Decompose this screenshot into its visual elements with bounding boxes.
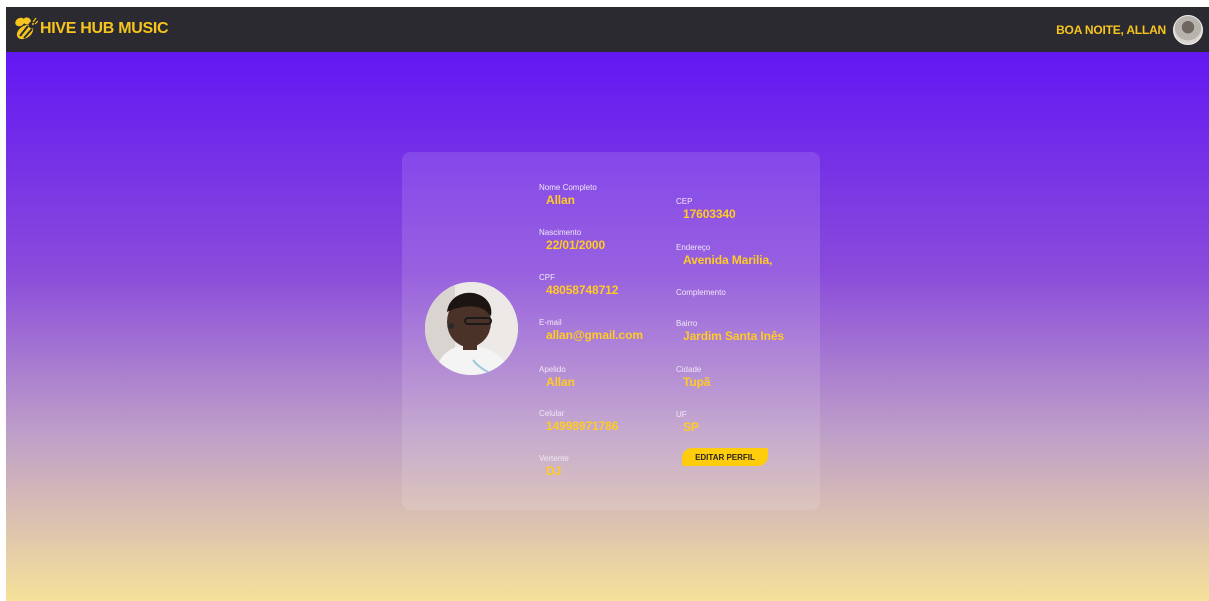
field-value: Avenida Marilia,: [683, 253, 773, 267]
field-cidade: Cidade Tupã: [676, 365, 710, 389]
field-value: 48058748712: [546, 283, 619, 297]
top-navbar: HIVE HUB MUSIC BOA NOITE, ALLAN: [6, 7, 1209, 52]
field-value: allan@gmail.com: [546, 328, 643, 342]
profile-photo-image: [425, 282, 518, 375]
field-cpf: CPF 48058748712: [539, 273, 618, 297]
user-avatar[interactable]: [1173, 14, 1203, 45]
greeting-text: BOA NOITE, ALLAN: [1056, 22, 1166, 37]
field-nascimento: Nascimento 22/01/2000: [539, 228, 605, 252]
profile-card: Nome Completo Allan Nascimento 22/01/200…: [402, 152, 820, 510]
field-value: Allan: [546, 193, 575, 207]
field-label: Nome Completo: [539, 183, 597, 192]
field-label: Endereço: [676, 243, 711, 252]
field-value: DJ: [546, 464, 562, 478]
field-celular: Celular 14998971786: [539, 409, 618, 433]
field-label: Celular: [539, 409, 565, 418]
field-label: Vertente: [539, 454, 569, 463]
brand-name: HIVE HUB MUSIC: [40, 20, 169, 37]
main-content: Nome Completo Allan Nascimento 22/01/200…: [6, 52, 1209, 601]
field-value: Jardim Santa Inês: [683, 329, 785, 343]
field-value: Tupã: [683, 375, 711, 389]
field-endereco: Endereço Avenida Marilia,: [676, 243, 772, 267]
edit-profile-button[interactable]: EDITAR PERFIL: [682, 448, 768, 466]
field-label: Nascimento: [539, 228, 582, 237]
field-value: SP: [683, 420, 699, 434]
field-email: E-mail allan@gmail.com: [539, 318, 643, 342]
field-label: UF: [676, 410, 687, 419]
profile-photo: [425, 282, 518, 375]
field-value: 22/01/2000: [546, 238, 606, 252]
field-label: CPF: [539, 273, 555, 282]
app-window: HIVE HUB MUSIC BOA NOITE, ALLAN Nome Com…: [6, 7, 1209, 601]
field-value: 14998971786: [546, 419, 619, 433]
field-label: Bairro: [676, 319, 698, 328]
field-label: Apelido: [539, 365, 566, 374]
user-menu[interactable]: BOA NOITE, ALLAN: [1056, 13, 1203, 46]
field-apelido: Apelido Allan: [539, 365, 575, 389]
field-label: CEP: [676, 197, 693, 206]
field-vertente: Vertente DJ: [539, 454, 569, 478]
field-bairro: Bairro Jardim Santa Inês: [676, 319, 784, 343]
brand-link[interactable]: HIVE HUB MUSIC: [12, 15, 169, 43]
bee-icon: [15, 17, 38, 40]
field-value: 17603340: [683, 207, 736, 221]
field-label: E-mail: [539, 318, 562, 327]
field-label: Complemento: [676, 288, 726, 297]
field-complemento: Complemento: [676, 288, 726, 298]
field-cep: CEP 17603340: [676, 197, 736, 221]
field-value: Allan: [546, 375, 575, 389]
field-label: Cidade: [676, 365, 702, 374]
field-uf: UF SP: [676, 410, 699, 434]
field-nome-completo: Nome Completo Allan: [539, 183, 597, 207]
